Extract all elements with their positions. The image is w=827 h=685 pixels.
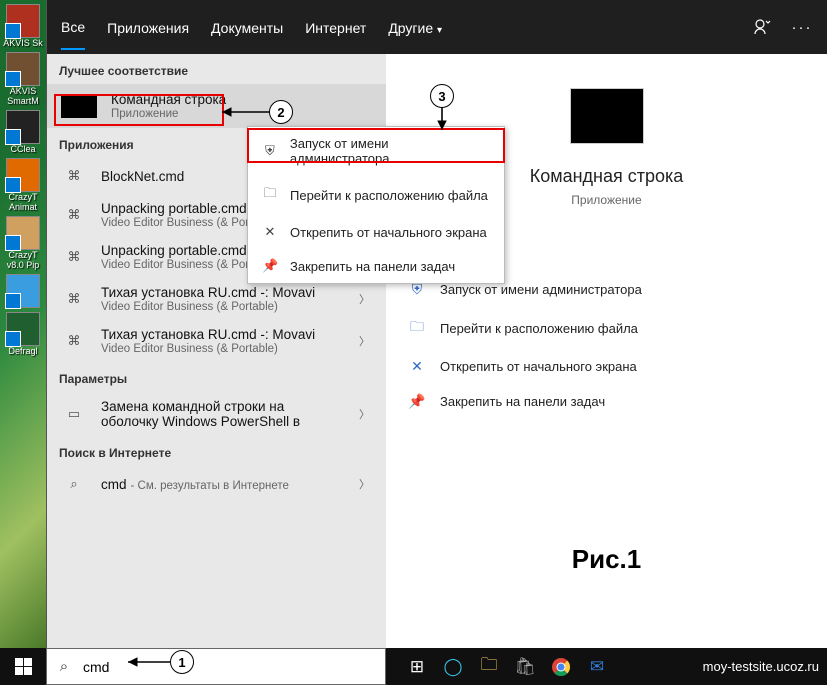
best-match-subtitle: Приложение bbox=[111, 108, 374, 120]
chevron-right-icon[interactable]: 〉 bbox=[355, 476, 374, 492]
desktop-icon[interactable]: CClea bbox=[0, 106, 46, 154]
desktop-background: AKVIS Sk AKVIS SmartM CClea CrazyT Anima… bbox=[0, 0, 46, 648]
task-view-icon[interactable]: ⊞ bbox=[400, 652, 434, 682]
unpin-icon: ✕ bbox=[408, 358, 426, 375]
search-tabs: Все Приложения Документы Интернет Другие… bbox=[47, 0, 827, 54]
desktop-icon[interactable] bbox=[0, 270, 46, 308]
ctx-pin-taskbar[interactable]: 📌Закрепить на панели задач bbox=[248, 249, 504, 283]
unpin-icon: ✕ bbox=[262, 224, 278, 240]
tab-apps[interactable]: Приложения bbox=[107, 5, 189, 49]
taskbar-search[interactable]: ⌕ bbox=[46, 648, 386, 685]
desktop-icon[interactable]: AKVIS SmartM bbox=[0, 48, 46, 106]
tab-more[interactable]: Другие ▾ bbox=[388, 5, 442, 49]
terminal-icon: ▭ bbox=[61, 403, 87, 425]
script-icon: ⌘ bbox=[61, 204, 87, 226]
list-item[interactable]: ▭Замена командной строки на оболочку Win… bbox=[47, 392, 386, 436]
ctx-open-location[interactable]: 🗀Перейти к расположению файла bbox=[248, 175, 504, 215]
chevron-right-icon[interactable]: 〉 bbox=[355, 406, 374, 422]
pin-icon: 📌 bbox=[262, 258, 278, 274]
search-input[interactable] bbox=[81, 658, 345, 676]
search-panel: Все Приложения Документы Интернет Другие… bbox=[46, 0, 827, 649]
edge-icon[interactable]: ◯ bbox=[436, 652, 470, 682]
watermark: moy-testsite.ucoz.ru bbox=[703, 659, 827, 674]
action-unpin-start[interactable]: ✕Открепить от начального экрана bbox=[404, 349, 809, 384]
cmd-thumb-icon bbox=[61, 94, 97, 118]
script-icon: ⌘ bbox=[61, 330, 87, 352]
list-item[interactable]: ⌘Тихая установка RU.cmd -: MovaviVideo E… bbox=[47, 320, 386, 362]
desktop-icon[interactable]: CrazyT v8.0 Pip bbox=[0, 212, 46, 270]
more-icon[interactable]: ··· bbox=[791, 16, 813, 38]
chrome-icon[interactable] bbox=[544, 652, 578, 682]
script-icon: ⌘ bbox=[61, 288, 87, 310]
chevron-right-icon[interactable]: 〉 bbox=[355, 291, 374, 307]
shield-icon: ⛨ bbox=[262, 143, 278, 159]
list-item[interactable]: ⌘Тихая установка RU.cmd -: MovaviVideo E… bbox=[47, 278, 386, 320]
best-match-row[interactable]: Командная строка Приложение bbox=[47, 84, 386, 128]
tab-docs[interactable]: Документы bbox=[211, 5, 283, 49]
search-icon: ⌕ bbox=[47, 658, 81, 675]
feedback-icon[interactable] bbox=[751, 16, 773, 38]
tab-all[interactable]: Все bbox=[61, 4, 85, 50]
pin-icon: 📌 bbox=[408, 393, 426, 410]
desktop-icon[interactable]: AKVIS Sk bbox=[0, 0, 46, 48]
figure-label: Рис.1 bbox=[386, 544, 827, 575]
search-icon: ⌕ bbox=[61, 473, 87, 495]
tab-internet[interactable]: Интернет bbox=[305, 5, 366, 49]
windows-logo-icon bbox=[15, 658, 32, 675]
section-params: Параметры bbox=[47, 362, 386, 392]
desktop-icon[interactable]: Defragl bbox=[0, 308, 46, 356]
script-icon: ⌘ bbox=[61, 165, 87, 187]
start-button[interactable] bbox=[0, 648, 46, 685]
ctx-unpin-start[interactable]: ✕Открепить от начального экрана bbox=[248, 215, 504, 249]
desktop-icon[interactable]: CrazyT Animat bbox=[0, 154, 46, 212]
section-best-match: Лучшее соответствие bbox=[47, 54, 386, 84]
script-icon: ⌘ bbox=[61, 246, 87, 268]
explorer-icon[interactable]: 🗀 bbox=[472, 652, 506, 682]
taskbar: ⌕ ⊞ ◯ 🗀 🛍 ✉ moy-testsite.ucoz.ru bbox=[0, 648, 827, 685]
folder-icon: 🗀 bbox=[408, 316, 426, 340]
folder-icon: 🗀 bbox=[262, 184, 278, 206]
chevron-down-icon: ▾ bbox=[437, 25, 442, 36]
list-item[interactable]: ⌕cmd- См. результаты в Интернете〉 bbox=[47, 466, 386, 502]
best-match-title: Командная строка bbox=[111, 92, 374, 107]
section-web: Поиск в Интернете bbox=[47, 436, 386, 466]
action-open-location[interactable]: 🗀Перейти к расположению файла bbox=[404, 307, 809, 349]
store-icon[interactable]: 🛍 bbox=[508, 652, 542, 682]
chevron-right-icon[interactable]: 〉 bbox=[355, 333, 374, 349]
mail-icon[interactable]: ✉ bbox=[580, 652, 614, 682]
action-pin-taskbar[interactable]: 📌Закрепить на панели задач bbox=[404, 384, 809, 419]
preview-thumb-icon bbox=[570, 88, 644, 144]
ctx-run-admin[interactable]: ⛨Запуск от имени администратора bbox=[248, 127, 504, 175]
context-menu: ⛨Запуск от имени администратора 🗀Перейти… bbox=[247, 126, 505, 284]
